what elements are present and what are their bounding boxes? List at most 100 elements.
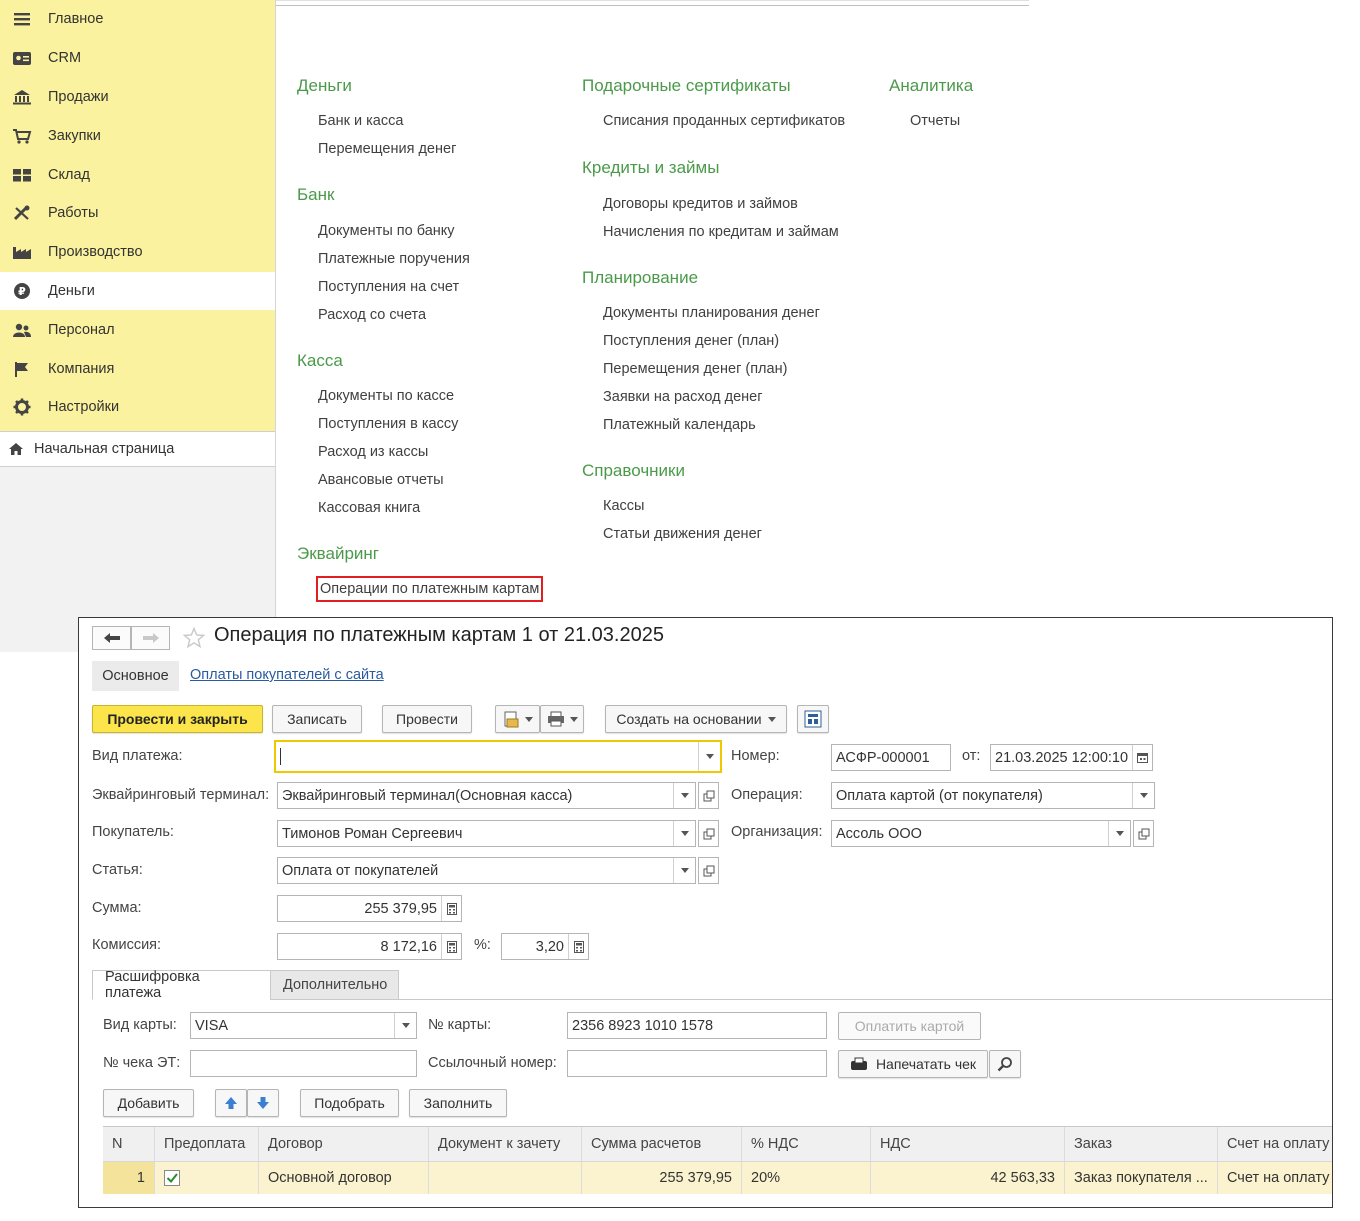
menu-link[interactable]: Документы по банку bbox=[297, 217, 543, 245]
add-row-button[interactable]: Добавить bbox=[103, 1089, 194, 1117]
commission-field[interactable]: 8 172,16 bbox=[277, 933, 462, 960]
menu-link[interactable]: Кассовая книга bbox=[297, 494, 543, 522]
operation-field[interactable]: Оплата картой (от покупателя) bbox=[831, 782, 1155, 809]
print-menu-button[interactable] bbox=[540, 705, 584, 733]
tab-payment-breakdown[interactable]: Расшифровка платежа bbox=[92, 969, 271, 1001]
open-terminal-button[interactable] bbox=[698, 782, 719, 809]
terminal-field[interactable]: Эквайринговый терминал(Основная касса) bbox=[277, 782, 696, 809]
link-site-payments[interactable]: Оплаты покупателей с сайта bbox=[190, 667, 384, 683]
open-buyer-button[interactable] bbox=[698, 820, 719, 847]
open-organization-button[interactable] bbox=[1133, 820, 1154, 847]
back-button[interactable] bbox=[92, 626, 131, 650]
column-header[interactable]: Сумма расчетов bbox=[582, 1127, 742, 1161]
reference-number-field[interactable] bbox=[567, 1050, 827, 1077]
menu-link[interactable]: Договоры кредитов и займов bbox=[582, 190, 845, 218]
menu-link[interactable]: Кассы bbox=[582, 492, 845, 520]
post-and-close-button[interactable]: Провести и закрыть bbox=[92, 705, 263, 733]
section-crm[interactable]: CRM bbox=[0, 39, 275, 78]
card-type-field[interactable]: VISA bbox=[190, 1012, 417, 1039]
offset-document-cell[interactable] bbox=[429, 1162, 582, 1194]
dropdown-button[interactable] bbox=[394, 1013, 416, 1038]
move-up-button[interactable] bbox=[215, 1089, 247, 1117]
post-button[interactable]: Провести bbox=[382, 705, 472, 733]
menu-link[interactable]: Документы планирования денег bbox=[582, 299, 845, 327]
dropdown-button[interactable] bbox=[673, 858, 695, 883]
buyer-field[interactable]: Тимонов Роман Сергеевич bbox=[277, 820, 696, 847]
organization-field[interactable]: Ассоль ООО bbox=[831, 820, 1131, 847]
percent-field[interactable]: 3,20 bbox=[501, 933, 589, 960]
menu-link[interactable]: Платежный календарь bbox=[582, 411, 845, 439]
dropdown-button[interactable] bbox=[1108, 821, 1130, 846]
pick-button[interactable]: Подобрать bbox=[300, 1089, 399, 1117]
vat-rate-cell[interactable]: 20% bbox=[742, 1162, 871, 1194]
dropdown-button[interactable] bbox=[673, 821, 695, 846]
create-based-on-button[interactable]: Создать на основании bbox=[605, 705, 787, 733]
payment-type-field[interactable] bbox=[274, 740, 722, 773]
menu-link[interactable]: Поступления денег (план) bbox=[582, 327, 845, 355]
preview-receipt-button[interactable] bbox=[989, 1050, 1021, 1078]
dropdown-button[interactable] bbox=[673, 783, 695, 808]
date-field[interactable]: 21.03.2025 12:00:10 bbox=[990, 744, 1153, 771]
calendar-icon[interactable] bbox=[1132, 745, 1152, 770]
column-header[interactable]: Заказ bbox=[1065, 1127, 1218, 1161]
prepaid-cell[interactable] bbox=[155, 1162, 259, 1194]
dropdown-button[interactable] bbox=[698, 742, 720, 771]
section-sales[interactable]: Продажи bbox=[0, 78, 275, 117]
calculator-icon[interactable] bbox=[441, 896, 461, 921]
number-field[interactable]: АСФР-000001 bbox=[831, 744, 951, 771]
menu-link[interactable]: Авансовые отчеты bbox=[297, 466, 543, 494]
section-company[interactable]: Компания bbox=[0, 349, 275, 388]
menu-link[interactable]: Заявки на расход денег bbox=[582, 383, 845, 411]
section-staff[interactable]: Персонал bbox=[0, 310, 275, 349]
column-header[interactable]: % НДС bbox=[742, 1127, 871, 1161]
invoice-cell[interactable]: Счет на оплату bbox=[1218, 1162, 1332, 1194]
menu-link[interactable]: Списания проданных сертификатов bbox=[582, 107, 845, 135]
tab-additional[interactable]: Дополнительно bbox=[270, 970, 399, 1000]
menu-link[interactable]: Отчеты bbox=[889, 107, 973, 135]
open-article-button[interactable] bbox=[698, 857, 719, 884]
fill-button[interactable]: Заполнить bbox=[409, 1089, 507, 1117]
card-number-field[interactable]: 2356 8923 1010 1578 bbox=[567, 1012, 827, 1039]
section-main[interactable]: Главное bbox=[0, 0, 275, 39]
menu-link[interactable]: Начисления по кредитам и займам bbox=[582, 218, 845, 246]
tab-main[interactable]: Основное bbox=[92, 661, 179, 691]
menu-link[interactable]: Перемещения денег (план) bbox=[582, 355, 845, 383]
pay-by-card-button[interactable]: Оплатить картой bbox=[838, 1012, 981, 1040]
menu-link[interactable]: Поступления в кассу bbox=[297, 410, 543, 438]
move-down-button[interactable] bbox=[247, 1089, 279, 1117]
section-settings[interactable]: Настройки bbox=[0, 388, 275, 427]
attach-file-menu-button[interactable] bbox=[495, 705, 540, 733]
column-header[interactable]: НДС bbox=[871, 1127, 1065, 1161]
structure-button[interactable] bbox=[797, 705, 829, 733]
menu-link[interactable]: Платежные поручения bbox=[297, 245, 543, 273]
check-number-field[interactable] bbox=[190, 1050, 417, 1077]
column-header[interactable]: Документ к зачету bbox=[429, 1127, 582, 1161]
amount-cell[interactable]: 255 379,95 bbox=[582, 1162, 742, 1194]
menu-link[interactable]: Поступления на счет bbox=[297, 273, 543, 301]
table-row[interactable]: 1 Основной договор 255 379,95 20% 42 563… bbox=[103, 1162, 1332, 1194]
section-warehouse[interactable]: Склад bbox=[0, 155, 275, 194]
section-purchases[interactable]: Закупки bbox=[0, 116, 275, 155]
menu-link[interactable]: Расход со счета bbox=[297, 301, 543, 329]
vat-cell[interactable]: 42 563,33 bbox=[871, 1162, 1065, 1194]
column-header[interactable]: N bbox=[103, 1127, 155, 1161]
column-header[interactable]: Счет на оплату bbox=[1218, 1127, 1332, 1161]
article-field[interactable]: Оплата от покупателей bbox=[277, 857, 696, 884]
section-money[interactable]: ₽ Деньги bbox=[0, 271, 275, 311]
section-production[interactable]: Производство bbox=[0, 233, 275, 272]
save-button[interactable]: Записать bbox=[272, 705, 362, 733]
menu-link[interactable]: Статьи движения денег bbox=[582, 520, 845, 548]
menu-link[interactable]: Банк и касса bbox=[297, 107, 543, 135]
favorite-star-icon[interactable] bbox=[182, 626, 206, 652]
prepaid-checkbox[interactable] bbox=[164, 1170, 180, 1186]
order-cell[interactable]: Заказ покупателя ... bbox=[1065, 1162, 1218, 1194]
menu-link-card-operations-highlighted[interactable]: Операции по платежным картам bbox=[316, 576, 544, 602]
forward-button[interactable] bbox=[131, 626, 170, 650]
sum-field[interactable]: 255 379,95 bbox=[277, 895, 462, 922]
contract-cell[interactable]: Основной договор bbox=[259, 1162, 429, 1194]
print-receipt-button[interactable]: Напечатать чек bbox=[838, 1050, 988, 1078]
calculator-icon[interactable] bbox=[568, 934, 588, 959]
column-header[interactable]: Договор bbox=[259, 1127, 429, 1161]
home-page-link[interactable]: Начальная страница bbox=[0, 431, 275, 467]
menu-link[interactable]: Документы по кассе bbox=[297, 382, 543, 410]
